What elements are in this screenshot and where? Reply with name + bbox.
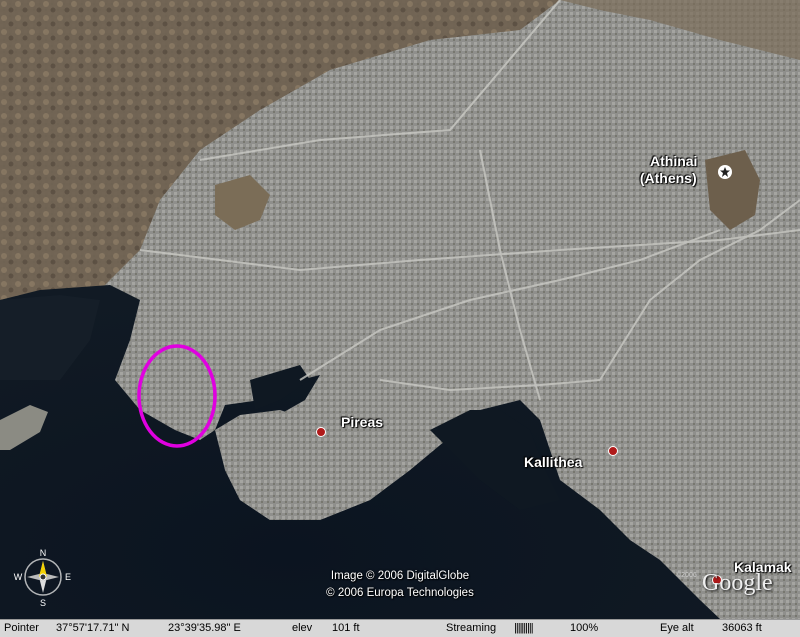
eye-altitude-value: 36063 ft	[722, 622, 762, 634]
logo-small-copyright: ©2006	[676, 572, 697, 579]
pointer-longitude: 23°39'35.98" E	[168, 622, 241, 634]
streaming-label: Streaming	[446, 622, 497, 634]
elevation-value: 101 ft	[332, 622, 360, 634]
pireas-marker[interactable]	[316, 427, 326, 437]
pointer-latitude: 37°57'17.71" N	[56, 622, 130, 634]
imagery-credit: Image © 2006 DigitalGlobe	[330, 570, 470, 582]
athens-label[interactable]: Athinai (Athens)	[640, 153, 698, 187]
kallithea-marker[interactable]	[608, 446, 618, 456]
streaming-percent: 100%	[570, 622, 599, 634]
compass-e: E	[65, 572, 71, 582]
data-credit: © 2006 Europa Technologies	[326, 587, 474, 599]
compass-s: S	[40, 598, 46, 608]
athens-name-en: (Athens)	[639, 170, 697, 186]
eye-altitude-label: Eye alt	[660, 622, 694, 634]
athens-star-icon[interactable]	[718, 165, 732, 179]
compass-w: W	[14, 572, 23, 582]
google-logo: Google	[702, 570, 773, 596]
pointer-label: Pointer	[4, 622, 39, 634]
athens-name: Athinai	[650, 153, 698, 169]
status-bar: Pointer 37°57'17.71" N 23°39'35.98" E el…	[0, 619, 800, 637]
compass-n: N	[40, 548, 47, 558]
kallithea-label[interactable]: Kallithea	[524, 454, 582, 470]
streaming-bars: ||||||||||	[514, 622, 534, 634]
elevation-label: elev	[292, 622, 313, 634]
pireas-label[interactable]: Pireas	[341, 414, 383, 430]
satellite-map[interactable]: N S E W	[0, 0, 800, 619]
